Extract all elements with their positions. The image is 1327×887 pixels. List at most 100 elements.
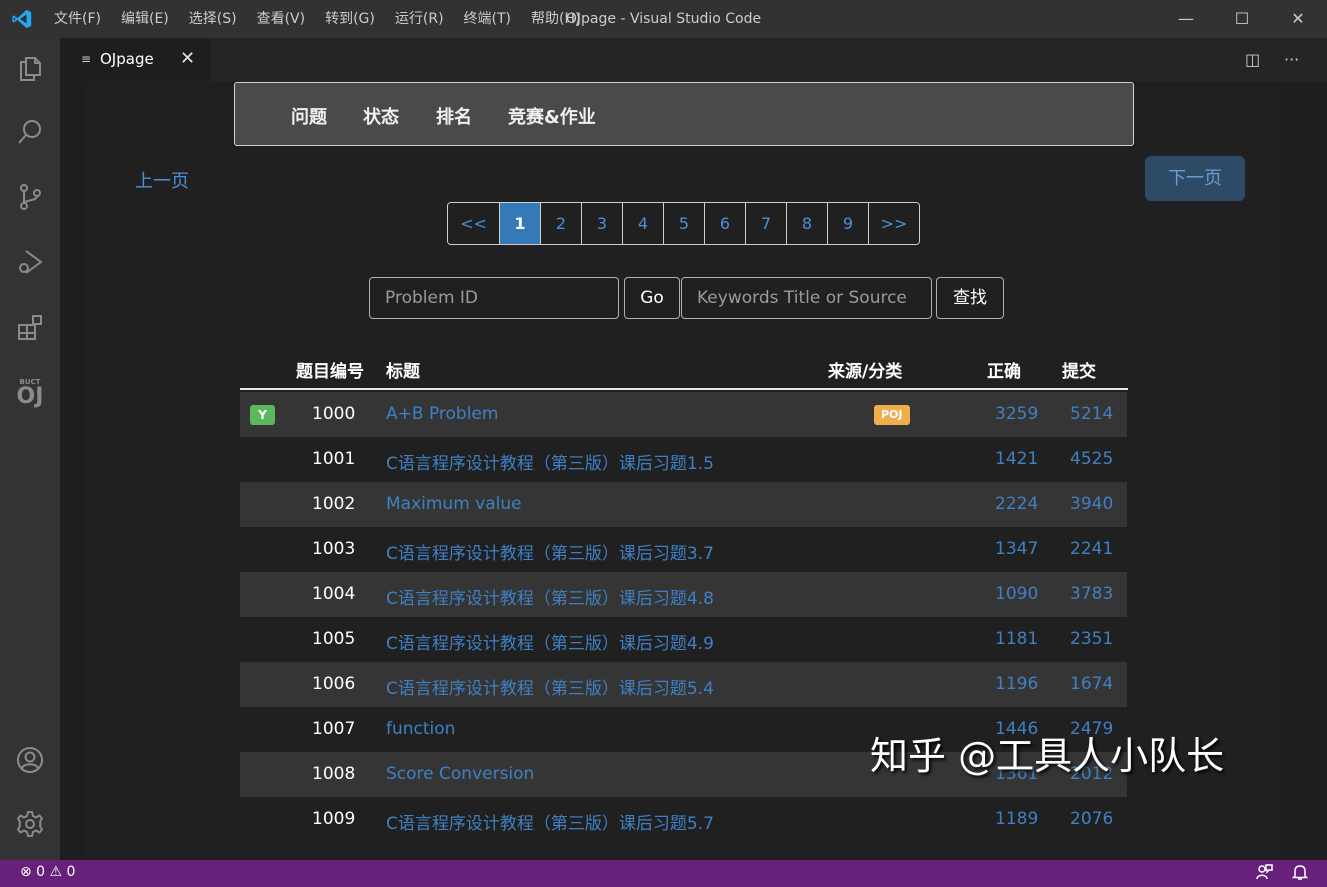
page-8[interactable]: 8 <box>786 203 827 244</box>
submitted-count-link[interactable]: 2351 <box>1070 629 1113 649</box>
run-debug-icon <box>19 250 43 274</box>
extensions-icon <box>18 315 42 340</box>
page-4[interactable]: 4 <box>622 203 663 244</box>
page-7[interactable]: 7 <box>745 203 786 244</box>
problem-title-link[interactable]: C语言程序设计教程（第三版）课后习题4.9 <box>386 629 714 654</box>
problems-indicator[interactable]: ⊗ 0 ⚠ 0 <box>20 864 75 880</box>
page-5[interactable]: 5 <box>663 203 704 244</box>
problem-title-link[interactable]: Score Conversion <box>386 764 534 784</box>
accepted-count-link[interactable]: 1421 <box>995 449 1038 469</box>
menu-help[interactable]: 帮助(H) <box>521 0 590 38</box>
submitted-count-link[interactable]: 3940 <box>1070 494 1113 514</box>
problem-id: 1006 <box>312 674 356 694</box>
page-3[interactable]: 3 <box>581 203 622 244</box>
submitted-count-link[interactable]: 3783 <box>1070 584 1113 604</box>
nav-contests[interactable]: 竞赛&作业 <box>508 103 596 129</box>
tab-close-icon[interactable]: ✕ <box>180 48 195 69</box>
problem-id: 1003 <box>312 539 356 559</box>
nav-ranking[interactable]: 排名 <box>436 103 472 129</box>
go-button[interactable]: Go <box>624 277 680 319</box>
problem-title-link[interactable]: Maximum value <box>386 494 522 514</box>
submitted-count-link[interactable]: 1674 <box>1070 674 1113 694</box>
menu-file[interactable]: 文件(F) <box>44 0 111 38</box>
problem-title-link[interactable]: function <box>386 719 455 739</box>
nav-problems[interactable]: 问题 <box>291 103 327 129</box>
account-icon <box>17 747 43 773</box>
table-row: 1005 C语言程序设计教程（第三版）课后习题4.9 1181 2351 <box>240 617 1127 662</box>
problem-table-header: 题目编号 标题 来源/分类 正确 提交 <box>240 346 1128 390</box>
run-debug-button[interactable] <box>0 234 60 290</box>
accepted-count-link[interactable]: 1347 <box>995 539 1038 559</box>
problem-title-link[interactable]: C语言程序设计教程（第三版）课后习题3.7 <box>386 539 714 564</box>
maximize-button[interactable]: ☐ <box>1214 0 1270 38</box>
problem-id: 1005 <box>312 629 356 649</box>
page-first[interactable]: << <box>448 203 499 244</box>
problem-id: 1000 <box>312 404 356 424</box>
feedback-icon[interactable] <box>1255 863 1273 881</box>
problem-title-link[interactable]: C语言程序设计教程（第三版）课后习题5.7 <box>386 809 714 834</box>
status-bar: ⊗ 0 ⚠ 0 <box>0 860 1327 887</box>
submitted-count-link[interactable]: 4525 <box>1070 449 1113 469</box>
source-control-button[interactable] <box>0 169 60 225</box>
nav-status[interactable]: 状态 <box>363 103 399 129</box>
table-row: 1004 C语言程序设计教程（第三版）课后习题4.8 1090 3783 <box>240 572 1127 617</box>
menu-selection[interactable]: 选择(S) <box>179 0 247 38</box>
page-1[interactable]: 1 <box>499 203 540 244</box>
prev-page-link[interactable]: 上一页 <box>135 167 189 193</box>
account-button[interactable] <box>0 732 60 788</box>
problem-id: 1001 <box>312 449 356 469</box>
search-button[interactable] <box>0 104 60 160</box>
menu-view[interactable]: 查看(V) <box>247 0 316 38</box>
minimize-button[interactable]: — <box>1158 0 1214 38</box>
page-6[interactable]: 6 <box>704 203 745 244</box>
more-actions-icon[interactable]: ··· <box>1284 50 1299 69</box>
menu-go[interactable]: 转到(G) <box>315 0 385 38</box>
warning-count: ⚠ 0 <box>49 864 76 880</box>
accepted-count-link[interactable]: 1189 <box>995 809 1038 829</box>
problem-id: 1004 <box>312 584 356 604</box>
page-9[interactable]: 9 <box>827 203 868 244</box>
next-page-button[interactable]: 下一页 <box>1145 156 1245 201</box>
accepted-count-link[interactable]: 2224 <box>995 494 1038 514</box>
settings-button[interactable] <box>0 796 60 852</box>
solved-badge: Y <box>250 405 275 425</box>
problem-id: 1002 <box>312 494 356 514</box>
header-accepted: 正确 <box>987 362 1021 382</box>
problem-id-input[interactable]: Problem ID <box>369 277 619 319</box>
bell-icon[interactable] <box>1292 863 1308 881</box>
table-row: 1002 Maximum value 2224 3940 <box>240 482 1127 527</box>
source-badge[interactable]: POJ <box>874 405 910 425</box>
header-submitted: 提交 <box>1062 362 1096 382</box>
problem-title-link[interactable]: C语言程序设计教程（第三版）课后习题5.4 <box>386 674 714 699</box>
problem-title-link[interactable]: A+B Problem <box>386 404 498 424</box>
submitted-count-link[interactable]: 2076 <box>1070 809 1113 829</box>
submitted-count-link[interactable]: 2241 <box>1070 539 1113 559</box>
menu-bar: 文件(F) 编辑(E) 选择(S) 查看(V) 转到(G) 运行(R) 终端(T… <box>44 0 590 38</box>
close-window-button[interactable]: ✕ <box>1270 0 1326 38</box>
page-last[interactable]: >> <box>868 203 919 244</box>
menu-run[interactable]: 运行(R) <box>385 0 454 38</box>
problem-id: 1009 <box>312 809 356 829</box>
tab-ojpage[interactable]: ≡ OJpage ✕ <box>60 38 210 82</box>
problem-title-link[interactable]: C语言程序设计教程（第三版）课后习题4.8 <box>386 584 714 609</box>
oj-extension-button[interactable]: BUCT OJ <box>0 365 60 421</box>
split-editor-icon[interactable]: ◫ <box>1245 50 1260 69</box>
table-row: 1009 C语言程序设计教程（第三版）课后习题5.7 1189 2076 <box>240 797 1127 842</box>
search-icon <box>18 120 41 144</box>
menu-edit[interactable]: 编辑(E) <box>111 0 179 38</box>
menu-terminal[interactable]: 终端(T) <box>454 0 521 38</box>
accepted-count-link[interactable]: 1181 <box>995 629 1038 649</box>
explorer-button[interactable] <box>0 40 60 96</box>
page-2[interactable]: 2 <box>540 203 581 244</box>
extensions-button[interactable] <box>0 299 60 355</box>
editor-tab-bar: ≡ OJpage ✕ ◫ ··· <box>60 38 1327 82</box>
problem-title-link[interactable]: C语言程序设计教程（第三版）课后习题1.5 <box>386 449 714 474</box>
problem-id: 1008 <box>312 764 356 784</box>
vscode-logo-icon <box>12 9 32 29</box>
accepted-count-link[interactable]: 1090 <box>995 584 1038 604</box>
submitted-count-link[interactable]: 5214 <box>1070 404 1113 424</box>
accepted-count-link[interactable]: 1196 <box>995 674 1038 694</box>
keywords-input[interactable]: Keywords Title or Source <box>681 277 932 319</box>
accepted-count-link[interactable]: 3259 <box>995 404 1038 424</box>
find-button[interactable]: 查找 <box>936 277 1004 319</box>
